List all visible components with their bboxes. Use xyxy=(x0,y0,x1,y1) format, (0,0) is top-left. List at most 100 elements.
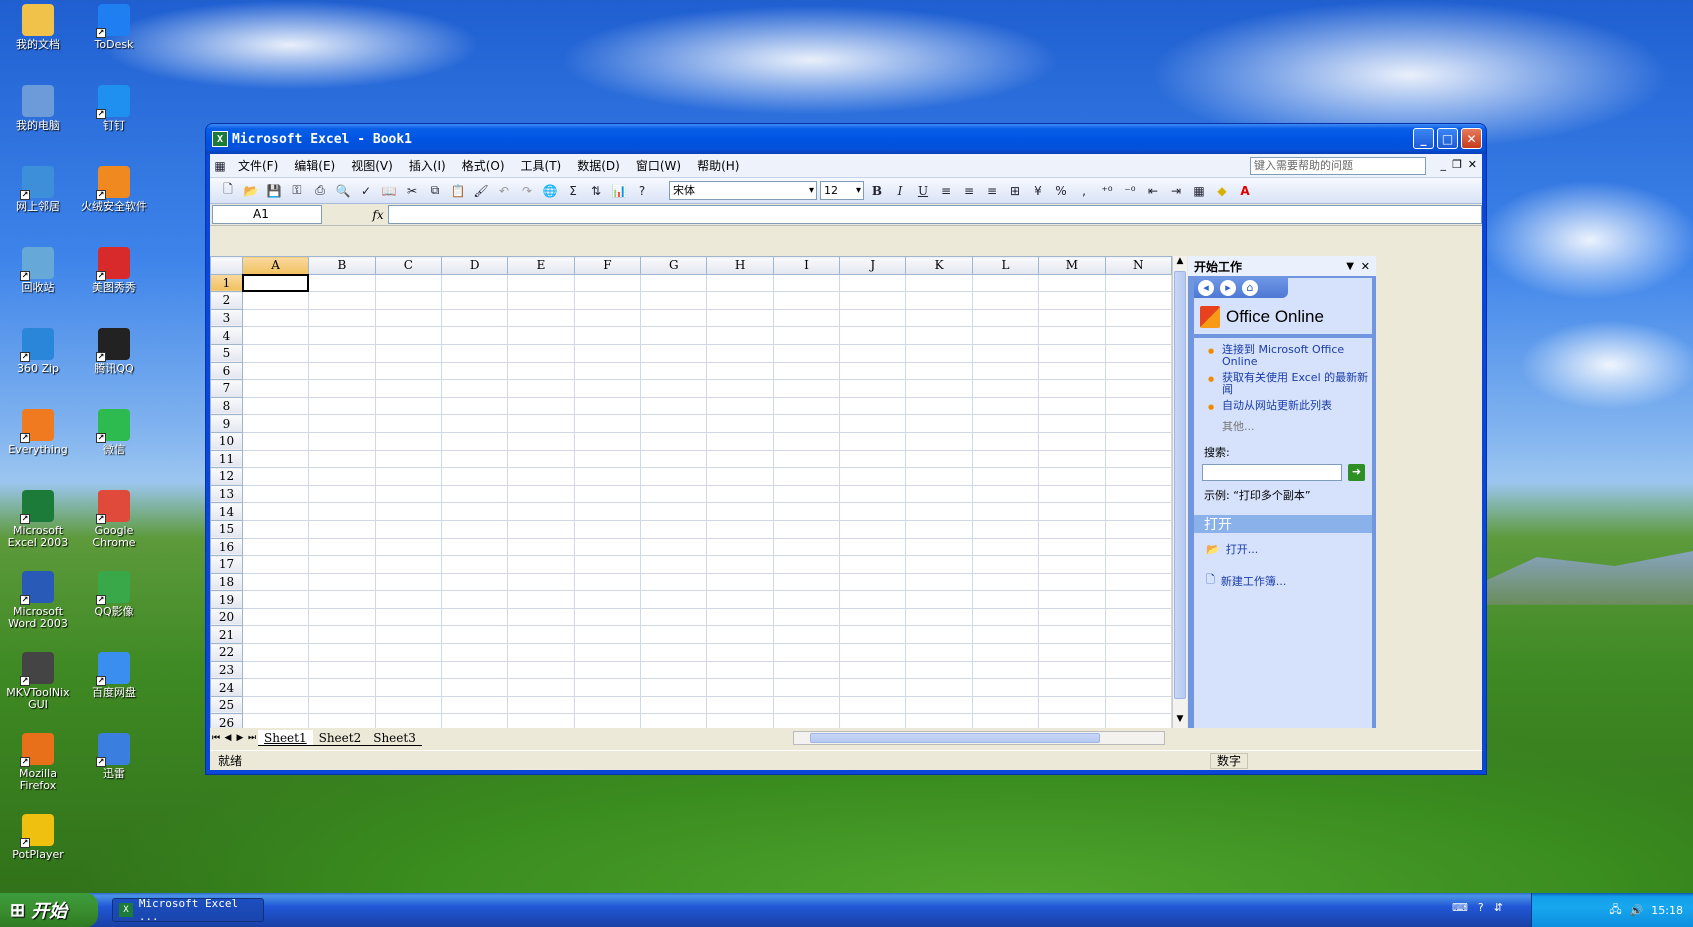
cell[interactable] xyxy=(440,519,509,539)
menu-item[interactable]: 数据(D) xyxy=(569,157,628,174)
cell[interactable] xyxy=(1038,396,1106,416)
cell[interactable] xyxy=(706,537,774,557)
cell[interactable] xyxy=(241,467,310,486)
next-sheet-icon[interactable]: ▶ xyxy=(234,733,246,743)
cell[interactable] xyxy=(640,537,708,557)
cell[interactable] xyxy=(573,537,642,557)
desktop-icon[interactable]: ↗ PotPlayer xyxy=(0,814,76,861)
cell[interactable] xyxy=(308,449,376,469)
cell[interactable] xyxy=(1038,431,1106,451)
column-header[interactable]: K xyxy=(905,256,973,275)
cell[interactable] xyxy=(640,590,708,609)
cell[interactable] xyxy=(905,308,973,328)
cell[interactable] xyxy=(772,291,841,310)
workbook-icon[interactable]: ▦ xyxy=(210,156,230,176)
cell[interactable] xyxy=(1104,695,1172,715)
cell[interactable] xyxy=(241,379,310,398)
cell[interactable] xyxy=(772,484,841,504)
cell[interactable] xyxy=(507,519,575,539)
desktop-icon[interactable]: ↗ 回收站 xyxy=(0,247,76,294)
cell[interactable] xyxy=(905,467,973,486)
cell[interactable] xyxy=(374,625,443,645)
cell[interactable] xyxy=(706,343,774,363)
cell[interactable] xyxy=(573,572,642,592)
cell[interactable] xyxy=(640,291,708,310)
cell[interactable] xyxy=(374,273,443,293)
cell[interactable] xyxy=(507,607,575,627)
cell[interactable] xyxy=(905,590,973,609)
permission-icon[interactable]: ⚿ xyxy=(287,181,307,201)
underline-icon[interactable]: U xyxy=(913,181,933,201)
column-header[interactable]: D xyxy=(440,256,509,275)
cell[interactable] xyxy=(241,537,310,557)
maximize-button[interactable]: □ xyxy=(1437,128,1458,149)
name-box[interactable]: A1 xyxy=(212,205,322,224)
cell[interactable] xyxy=(241,572,310,592)
desktop-icon[interactable]: ↗ Microsoft Excel 2003 xyxy=(0,490,76,549)
cell[interactable] xyxy=(241,643,310,662)
cell[interactable] xyxy=(839,431,907,451)
cell[interactable] xyxy=(706,273,774,293)
cell[interactable] xyxy=(839,361,907,381)
row-header[interactable]: 13 xyxy=(210,484,243,504)
menu-item[interactable]: 格式(O) xyxy=(454,157,513,174)
cell[interactable] xyxy=(706,625,774,645)
cell[interactable] xyxy=(573,590,642,609)
excel-window[interactable]: X Microsoft Excel - Book1 _ □ ✕ ▦ 文件(F) 编… xyxy=(205,123,1487,775)
row-header[interactable]: 16 xyxy=(210,537,243,557)
cell[interactable] xyxy=(706,484,774,504)
cell[interactable] xyxy=(308,291,376,310)
cell[interactable] xyxy=(241,625,310,645)
sheet-tab-2[interactable]: Sheet2 xyxy=(312,730,368,746)
cell[interactable] xyxy=(1104,396,1172,416)
borders-icon[interactable]: ▦ xyxy=(1189,181,1209,201)
percent-icon[interactable]: % xyxy=(1051,181,1071,201)
row-header[interactable]: 11 xyxy=(210,449,243,469)
cell[interactable] xyxy=(573,326,642,345)
cell[interactable] xyxy=(971,713,1040,728)
cell[interactable] xyxy=(241,431,310,451)
spelling-icon[interactable]: ✓ xyxy=(356,181,376,201)
cell[interactable] xyxy=(905,572,973,592)
hyperlink-icon[interactable]: 🌐 xyxy=(540,181,560,201)
cell[interactable] xyxy=(374,713,443,728)
cell[interactable] xyxy=(706,590,774,609)
active-cell[interactable] xyxy=(241,273,310,293)
cell[interactable] xyxy=(308,537,376,557)
cell[interactable] xyxy=(839,273,907,293)
cell[interactable] xyxy=(640,431,708,451)
cell[interactable] xyxy=(573,414,642,433)
cell[interactable] xyxy=(507,379,575,398)
cell[interactable] xyxy=(241,484,310,504)
cell[interactable] xyxy=(573,361,642,381)
cell[interactable] xyxy=(573,607,642,627)
cell[interactable] xyxy=(1038,678,1106,697)
cell[interactable] xyxy=(971,343,1040,363)
cell[interactable] xyxy=(507,361,575,381)
cell[interactable] xyxy=(971,643,1040,662)
help-icon[interactable]: ? xyxy=(632,181,652,201)
row-header[interactable]: 15 xyxy=(210,519,243,539)
start-button[interactable]: ⊞ 开始 xyxy=(0,893,98,927)
desktop-icon[interactable]: 我的文档 xyxy=(0,4,76,51)
cell[interactable] xyxy=(374,502,443,521)
cell[interactable] xyxy=(241,396,310,416)
cell[interactable] xyxy=(772,678,841,697)
cell[interactable] xyxy=(308,326,376,345)
cell[interactable] xyxy=(772,695,841,715)
cell[interactable] xyxy=(772,713,841,728)
cell[interactable] xyxy=(573,713,642,728)
cell[interactable] xyxy=(905,414,973,433)
close-button[interactable]: ✕ xyxy=(1461,128,1482,149)
cell[interactable] xyxy=(971,484,1040,504)
column-header[interactable]: L xyxy=(971,256,1040,275)
cell[interactable] xyxy=(640,414,708,433)
cell[interactable] xyxy=(440,467,509,486)
cell[interactable] xyxy=(839,713,907,728)
cell[interactable] xyxy=(839,308,907,328)
cell[interactable] xyxy=(374,361,443,381)
comma-icon[interactable]: , xyxy=(1074,181,1094,201)
cell[interactable] xyxy=(772,396,841,416)
cell[interactable] xyxy=(772,572,841,592)
last-sheet-icon[interactable]: ⏭ xyxy=(246,733,258,743)
